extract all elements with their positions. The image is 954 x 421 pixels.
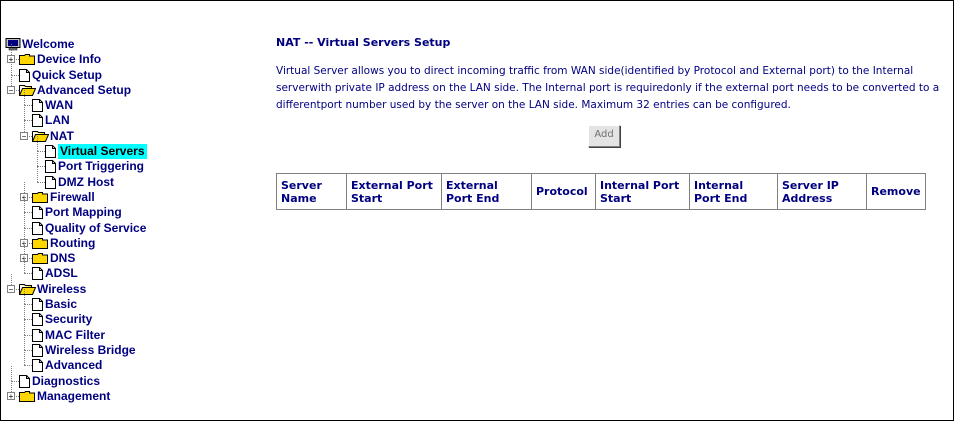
sidebar-item-advanced-setup[interactable]: − Advanced Setup: [5, 74, 255, 98]
tree-connector: [11, 74, 19, 76]
header-external-port-end: External Port End: [441, 173, 532, 210]
page-description: Virtual Server allows you to direct inco…: [276, 65, 940, 111]
tree-connector: [24, 350, 25, 366]
sidebar-item-label: Wireless Bridge: [45, 342, 136, 357]
sidebar-item-label: Management: [37, 388, 111, 403]
sidebar-item-wan[interactable]: WAN: [5, 90, 255, 113]
tree-connector: [11, 380, 19, 382]
tree-connector: [24, 227, 32, 229]
tree-connector: [24, 349, 32, 351]
tree-connector: [24, 273, 32, 275]
sidebar-item-virtual-servers[interactable]: Virtual Servers: [5, 136, 255, 160]
tree-connector: [37, 136, 38, 152]
sidebar-item-wireless-bridge[interactable]: Wireless Bridge: [5, 334, 255, 358]
sidebar-item-mac-filter[interactable]: MAC Filter: [5, 319, 255, 343]
tree-connector: [37, 151, 45, 153]
tree-connector: [24, 304, 32, 306]
tree-connector: [24, 319, 32, 321]
sidebar-item-label: Quality of Service: [45, 220, 147, 235]
sidebar-item-firewall[interactable]: + Firewall: [5, 181, 255, 205]
main-content: NAT -- Virtual Servers Setup Virtual Ser…: [276, 36, 946, 210]
header-internal-port-end: Internal Port End: [689, 173, 778, 210]
tree-root-welcome[interactable]: Welcome: [5, 37, 255, 52]
collapse-icon[interactable]: −: [7, 284, 15, 293]
header-internal-port-start: Internal Port Start: [595, 173, 690, 210]
sidebar-item-diagnostics[interactable]: Diagnostics: [5, 365, 255, 389]
virtual-servers-table: Server Name External Port Start External…: [276, 173, 926, 210]
sidebar-item-label: Quick Setup: [32, 67, 103, 82]
sidebar-item-label: Advanced Setup: [37, 82, 132, 97]
sidebar-item-label: Routing: [50, 235, 96, 250]
header-protocol: Protocol: [531, 173, 596, 210]
sidebar-item-dns[interactable]: + DNS: [5, 243, 255, 266]
sidebar-item-advanced[interactable]: Advanced: [5, 350, 255, 373]
tree-connector: [37, 166, 45, 168]
sidebar-item-dmz-host[interactable]: DMZ Host: [5, 166, 255, 190]
tree-connector: [24, 120, 32, 122]
sidebar-item-nat[interactable]: − NAT: [5, 120, 255, 144]
sidebar-item-label: Security: [45, 312, 93, 327]
sidebar-item-routing[interactable]: + Routing: [5, 227, 255, 251]
navigation-tree: Welcome + Device Info Quick Setup − Advanced…: [5, 37, 255, 404]
tree-connector: [11, 365, 12, 381]
page-title: NAT -- Virtual Servers Setup: [276, 36, 451, 49]
sidebar-item-port-mapping[interactable]: Port Mapping: [5, 197, 255, 220]
sidebar-item-management[interactable]: + Management: [5, 380, 255, 406]
tree-connector: [24, 197, 25, 213]
sidebar-item-quick-setup[interactable]: Quick Setup: [5, 59, 255, 83]
sidebar-item-label: DNS: [50, 251, 76, 266]
header-server-name: Server Name: [276, 173, 347, 210]
sidebar-item-label: LAN: [45, 113, 70, 128]
sidebar-item-label: Basic: [45, 297, 78, 312]
tree-connector: [37, 166, 38, 182]
sidebar-item-label: Wireless: [37, 281, 87, 296]
sidebar-item-device-info[interactable]: + Device Info: [5, 44, 255, 67]
tree-connector: [24, 212, 25, 228]
tree-connector: [24, 334, 25, 350]
folder-icon: [19, 390, 35, 406]
table-header-row: Server Name External Port Start External…: [276, 173, 926, 210]
tree-connector: [24, 105, 25, 121]
sidebar-item-port-triggering[interactable]: Port Triggering: [5, 151, 255, 174]
sidebar-item-adsl[interactable]: ADSL: [5, 258, 255, 281]
sidebar-item-security[interactable]: Security: [5, 304, 255, 327]
sidebar-item-label: Virtual Servers: [58, 144, 147, 160]
header-remove: Remove: [866, 173, 926, 210]
sidebar-item-label: Firewall: [50, 189, 95, 204]
add-button[interactable]: Add: [588, 125, 620, 147]
sidebar-item-label: Device Info: [37, 52, 102, 67]
tree-connector: [24, 289, 25, 305]
sidebar-item-label: DMZ Host: [58, 174, 114, 189]
tree-connector: [24, 212, 32, 214]
sidebar-item-label: ADSL: [45, 266, 78, 281]
sidebar-item-quality-of-service[interactable]: Quality of Service: [5, 212, 255, 236]
tree-root-label: Welcome: [22, 37, 75, 51]
tree-connector: [11, 59, 12, 75]
sidebar-item-lan[interactable]: LAN: [5, 105, 255, 128]
sidebar-item-label: Advanced: [45, 358, 103, 373]
sidebar-item-label: NAT: [50, 128, 74, 143]
tree-connector: [24, 304, 25, 320]
header-server-ip-address: Server IP Address: [777, 173, 867, 210]
sidebar-item-label: MAC Filter: [45, 327, 105, 342]
tree-connector: [24, 365, 32, 367]
tree-connector: [24, 319, 25, 335]
tree-connector: [37, 181, 45, 183]
header-external-port-start: External Port Start: [346, 173, 442, 210]
tree-connector: [24, 105, 32, 107]
tree-connector: [24, 258, 25, 274]
sidebar-item-label: Port Mapping: [45, 205, 122, 220]
sidebar-item-wireless[interactable]: − Wireless: [5, 273, 255, 297]
collapse-icon[interactable]: −: [7, 85, 15, 94]
sidebar-item-label: Diagnostics: [32, 373, 101, 388]
collapse-icon[interactable]: −: [20, 131, 28, 140]
tree-connector: [37, 151, 38, 167]
sidebar-item-label: WAN: [45, 98, 73, 113]
tree-connector: [24, 90, 25, 106]
tree-connector: [24, 334, 32, 336]
expand-icon[interactable]: +: [7, 391, 15, 400]
sidebar-item-label: Port Triggering: [58, 159, 145, 174]
sidebar-item-basic[interactable]: Basic: [5, 289, 255, 312]
